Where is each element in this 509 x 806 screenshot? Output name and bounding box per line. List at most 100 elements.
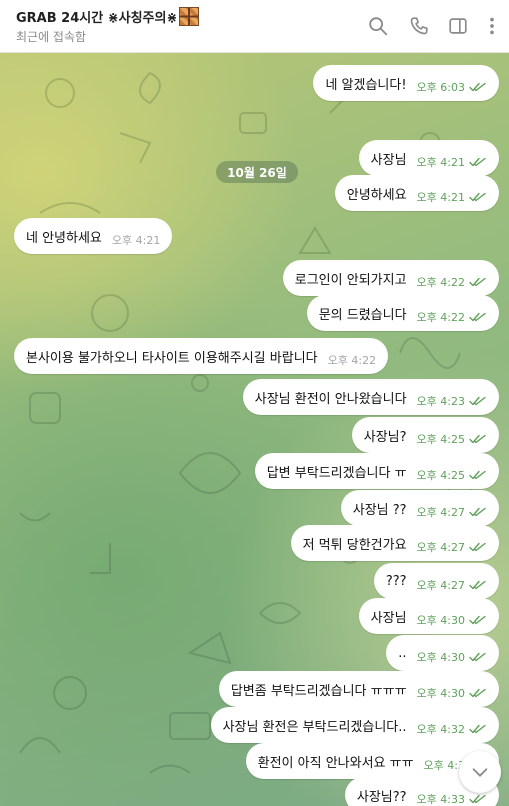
message-text: 사장님?	[363, 429, 407, 445]
chat-status: 최근에 접속함	[16, 30, 87, 44]
double-check-icon	[469, 396, 486, 406]
message-text: 안녕하세요	[346, 187, 407, 203]
message-meta: 오후 4:30	[417, 612, 487, 628]
outgoing-message[interactable]: .. 오후 4:30	[386, 635, 499, 671]
double-check-icon	[469, 192, 486, 202]
chat-header: GRAB 24시간 ⋇사칭주의⋇ 최근에 접속함	[0, 0, 509, 53]
message-meta: 오후 4:23	[417, 393, 487, 409]
outgoing-message[interactable]: 답변 부탁드리겠습니다 ㅠ 오후 4:25	[254, 453, 499, 489]
message-time: 오후 6:03	[416, 81, 465, 94]
message-time: 오후 4:32	[416, 723, 465, 736]
more-vertical-icon[interactable]	[481, 15, 501, 37]
outgoing-message[interactable]: 답변좀 부탁드리겠습니다 ㅠㅠㅠ 오후 4:30	[218, 671, 499, 707]
outgoing-message[interactable]: 안녕하세요 오후 4:21	[334, 175, 499, 211]
outgoing-message[interactable]: 사장님 오후 4:30	[358, 598, 499, 634]
scroll-down-button[interactable]	[459, 751, 501, 793]
message-meta: 오후 4:22	[328, 352, 376, 368]
message-time: 오후 4:23	[416, 395, 465, 408]
double-check-icon	[469, 724, 486, 734]
message-time: 오후 4:33	[416, 793, 465, 806]
outgoing-message[interactable]: 저 먹튀 당한건가요 오후 4:27	[290, 525, 499, 561]
outgoing-message[interactable]: 네 알겠습니다! 오후 6:03	[313, 65, 499, 101]
message-meta: 오후 4:22	[417, 309, 487, 325]
message-meta: 오후 4:25	[417, 467, 487, 483]
double-check-icon	[469, 615, 486, 625]
chevron-down-icon	[472, 768, 488, 777]
message-text: 로그인이 안되가지고	[294, 272, 407, 288]
message-meta: 오후 4:27	[417, 539, 487, 555]
message-time: 오후 4:21	[416, 191, 465, 204]
incoming-message[interactable]: 네 안녕하세요 오후 4:21	[14, 218, 173, 254]
outgoing-message[interactable]: 문의 드렸습니다 오후 4:22	[306, 295, 499, 331]
double-check-icon	[469, 507, 486, 517]
double-check-icon	[469, 688, 486, 698]
message-text: 사장님	[370, 152, 407, 168]
outgoing-message[interactable]: 사장님 환전은 부탁드리겠습니다.. 오후 4:32	[210, 707, 499, 743]
message-meta: 오후 4:32	[417, 721, 487, 737]
double-check-icon	[469, 82, 486, 92]
message-text: 저 먹튀 당한건가요	[302, 537, 407, 553]
message-meta: 오후 6:03	[417, 79, 487, 95]
message-time: 오후 4:27	[416, 506, 465, 519]
message-time: 오후 4:21	[111, 234, 161, 247]
message-time: 오후 4:30	[416, 614, 465, 627]
message-time: 오후 4:30	[416, 687, 465, 700]
message-text: 사장님??	[356, 789, 407, 805]
message-time: 오후 4:27	[416, 579, 465, 592]
message-text: 답변좀 부탁드리겠습니다 ㅠㅠㅠ	[230, 683, 407, 699]
double-check-icon	[469, 794, 486, 804]
double-check-icon	[469, 542, 486, 552]
message-text: 답변 부탁드리겠습니다 ㅠ	[266, 465, 407, 481]
message-text: 사장님 ??	[352, 502, 407, 518]
message-time: 오후 4:22	[416, 311, 465, 324]
double-check-icon	[469, 312, 486, 322]
incoming-message[interactable]: 본사이용 불가하오니 타사이트 이용해주시길 바랍니다 오후 4:22	[14, 338, 389, 374]
message-meta: 오후 4:27	[417, 577, 487, 593]
message-time: 오후 4:30	[416, 651, 465, 664]
outgoing-message[interactable]: 로그인이 안되가지고 오후 4:22	[282, 260, 499, 296]
message-text: ???	[385, 573, 407, 589]
search-icon[interactable]	[367, 15, 389, 37]
message-meta: 오후 4:30	[417, 649, 487, 665]
outgoing-message[interactable]: 사장님 오후 4:21	[358, 140, 499, 176]
message-text: 사장님 환전은 부탁드리겠습니다..	[222, 719, 407, 735]
message-text: 네 안녕하세요	[26, 230, 102, 246]
message-text: 사장님 환전이 안나왔습니다	[254, 391, 407, 407]
message-text: 문의 드렸습니다	[318, 307, 407, 323]
chat-avatar-icon	[179, 7, 200, 26]
double-check-icon	[469, 580, 486, 590]
message-meta: 오후 4:30	[417, 685, 487, 701]
double-check-icon	[469, 470, 486, 480]
message-time: 오후 4:27	[416, 541, 465, 554]
message-time: 오후 4:22	[416, 276, 465, 289]
date-separator: 10월 26일	[216, 161, 298, 183]
message-text: ..	[398, 645, 407, 661]
message-time: 오후 4:21	[416, 156, 465, 169]
message-meta: 오후 4:25	[417, 431, 487, 447]
message-meta: 오후 4:22	[417, 274, 487, 290]
chat-background: 10월 26일 네 알겠습니다! 오후 6:03 사장님 오후 4:21 안녕하세요 오후…	[0, 53, 509, 806]
double-check-icon	[469, 652, 486, 662]
message-meta: 오후 4:27	[417, 504, 487, 520]
double-check-icon	[469, 277, 486, 287]
outgoing-message[interactable]: 사장님 ?? 오후 4:27	[340, 490, 499, 526]
message-meta: 오후 4:21	[417, 189, 487, 205]
outgoing-message[interactable]: ??? 오후 4:27	[373, 563, 499, 599]
message-time: 오후 4:22	[327, 354, 377, 367]
phone-icon[interactable]	[408, 15, 430, 37]
message-meta: 오후 4:21	[112, 232, 160, 248]
message-text: 사장님	[370, 610, 407, 626]
message-meta: 오후 4:21	[417, 154, 487, 170]
message-time: 오후 4:25	[416, 433, 465, 446]
outgoing-message[interactable]: 사장님? 오후 4:25	[351, 417, 499, 453]
message-text: 환전이 아직 안나와서요 ㅠㅠ	[257, 755, 414, 771]
sidebar-toggle-icon[interactable]	[447, 15, 469, 37]
outgoing-message[interactable]: 사장님 환전이 안나왔습니다 오후 4:23	[242, 379, 499, 415]
message-text: 네 알겠습니다!	[325, 77, 407, 93]
message-time: 오후 4:25	[416, 469, 465, 482]
message-meta: 오후 4:33	[417, 791, 487, 806]
double-check-icon	[469, 434, 486, 444]
message-text: 본사이용 불가하오니 타사이트 이용해주시길 바랍니다	[26, 350, 318, 366]
chat-title[interactable]: GRAB 24시간 ⋇사칭주의⋇	[16, 7, 200, 26]
double-check-icon	[469, 157, 486, 167]
